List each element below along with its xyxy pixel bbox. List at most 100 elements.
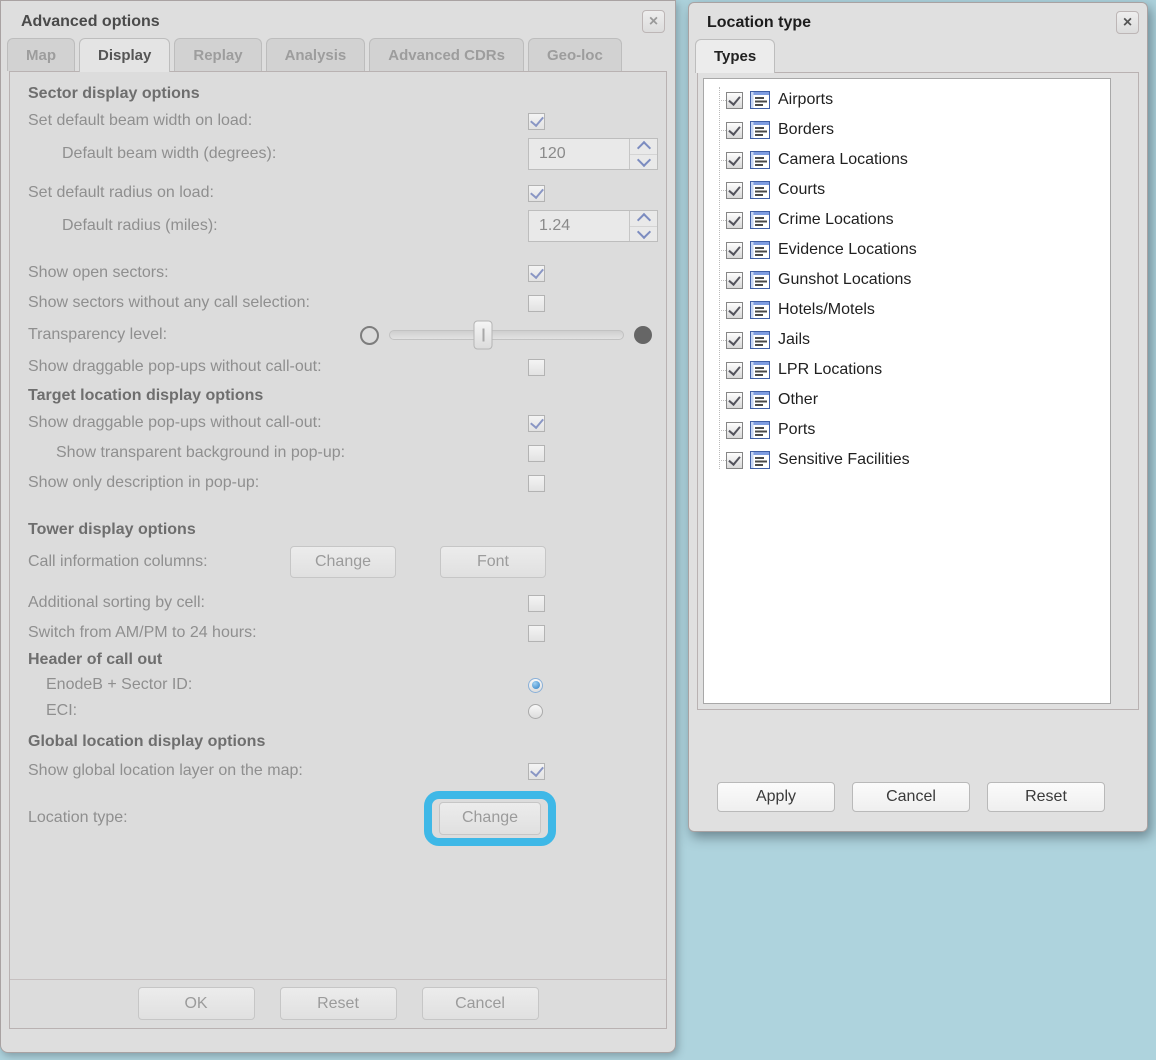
item-checkbox[interactable] [726, 452, 743, 469]
location-type-row: Location type: Change [10, 790, 666, 846]
location-layer-icon [750, 301, 770, 319]
option-row: Show transparent background in pop-up: [10, 438, 666, 468]
beam-width-input[interactable]: 120 [529, 139, 629, 169]
draggable-popups-target-checkbox[interactable] [528, 415, 545, 432]
tab-map[interactable]: Map [7, 38, 75, 71]
types-tab-panel: Airports Borders Cam [697, 72, 1139, 710]
item-checkbox[interactable] [726, 182, 743, 199]
slider-handle[interactable] [474, 321, 493, 350]
right-dialog-footer: Apply Cancel Reset [689, 782, 1147, 812]
ampm-checkbox[interactable] [528, 625, 545, 642]
left-tabbar: MapDisplayReplayAnalysisAdvanced CDRsGeo… [1, 37, 675, 71]
location-layer-icon [750, 421, 770, 439]
tower-display-heading: Tower display options [10, 518, 666, 542]
tab-advanced-cdrs[interactable]: Advanced CDRs [369, 38, 524, 71]
item-checkbox[interactable] [726, 272, 743, 289]
option-row: Show global location layer on the map: [10, 756, 666, 786]
option-row: EnodeB + Sector ID: [10, 672, 666, 698]
list-item-label: Other [778, 391, 818, 409]
location-type-list: Airports Borders Cam [703, 78, 1111, 704]
close-icon[interactable]: × [642, 10, 665, 33]
tab-replay[interactable]: Replay [174, 38, 261, 71]
option-row: Set default beam width on load: [10, 106, 666, 136]
spinner-down-icon[interactable] [630, 227, 657, 242]
apply-button[interactable]: Apply [717, 782, 835, 812]
list-item[interactable]: Camera Locations [710, 145, 1110, 175]
option-label: Show sectors without any call selection: [10, 294, 528, 312]
location-type-change-button[interactable]: Change [439, 802, 541, 835]
list-item[interactable]: Courts [710, 175, 1110, 205]
list-item[interactable]: Hotels/Motels [710, 295, 1110, 325]
location-layer-icon [750, 331, 770, 349]
option-label: Show only description in pop-up: [10, 474, 528, 492]
tab-types[interactable]: Types [695, 39, 775, 73]
option-label: Default beam width (degrees): [10, 145, 528, 163]
option-label: Show draggable pop-ups without call-out: [10, 358, 528, 376]
tab-geo-loc[interactable]: Geo-loc [528, 38, 622, 71]
spinner-arrows [629, 211, 657, 241]
additional-sorting-checkbox[interactable] [528, 595, 545, 612]
list-item[interactable]: Sensitive Facilities [710, 445, 1110, 475]
enodeb-radio[interactable] [528, 678, 543, 693]
option-row: Show sectors without any call selection: [10, 288, 666, 318]
list-item[interactable]: Gunshot Locations [710, 265, 1110, 295]
item-checkbox[interactable] [726, 362, 743, 379]
location-type-titlebar: Location type × [689, 3, 1147, 38]
location-type-tree: Airports Borders Cam [710, 85, 1110, 475]
reset-button[interactable]: Reset [280, 987, 397, 1020]
location-type-dialog: Location type × Types Airports [688, 2, 1148, 832]
option-label: Set default beam width on load: [10, 112, 528, 130]
item-checkbox[interactable] [726, 152, 743, 169]
list-item-label: Evidence Locations [778, 241, 917, 259]
ok-button[interactable]: OK [138, 987, 255, 1020]
option-row: Show open sectors: [10, 258, 666, 288]
only-description-checkbox[interactable] [528, 475, 545, 492]
item-checkbox[interactable] [726, 422, 743, 439]
transparency-slider[interactable] [389, 330, 624, 340]
tab-display[interactable]: Display [79, 38, 170, 72]
header-callout-heading: Header of call out [10, 648, 666, 672]
cancel-button[interactable]: Cancel [422, 987, 539, 1020]
option-row: Show only description in pop-up: [10, 468, 666, 498]
location-type-title: Location type [707, 14, 811, 32]
list-item[interactable]: Jails [710, 325, 1110, 355]
list-item[interactable]: Other [710, 385, 1110, 415]
list-item-label: Crime Locations [778, 211, 894, 229]
item-checkbox[interactable] [726, 242, 743, 259]
option-row: Show draggable pop-ups without call-out: [10, 352, 666, 382]
global-layer-checkbox[interactable] [528, 763, 545, 780]
beam-on-load-checkbox[interactable] [528, 113, 545, 130]
list-item[interactable]: Borders [710, 115, 1110, 145]
advanced-options-titlebar: Advanced options × [1, 1, 675, 37]
item-checkbox[interactable] [726, 212, 743, 229]
option-label: Default radius (miles): [10, 217, 528, 235]
list-item[interactable]: LPR Locations [710, 355, 1110, 385]
item-checkbox[interactable] [726, 392, 743, 409]
item-checkbox[interactable] [726, 122, 743, 139]
list-item-label: Ports [778, 421, 815, 439]
call-info-font-button[interactable]: Font [440, 546, 546, 578]
item-checkbox[interactable] [726, 302, 743, 319]
radius-on-load-checkbox[interactable] [528, 185, 545, 202]
list-item[interactable]: Crime Locations [710, 205, 1110, 235]
draggable-popups-sector-checkbox[interactable] [528, 359, 545, 376]
item-checkbox[interactable] [726, 332, 743, 349]
call-info-change-button[interactable]: Change [290, 546, 396, 578]
list-item[interactable]: Evidence Locations [710, 235, 1110, 265]
open-sectors-checkbox[interactable] [528, 265, 545, 282]
close-icon[interactable]: × [1116, 11, 1139, 34]
transparent-bg-checkbox[interactable] [528, 445, 545, 462]
cancel-button[interactable]: Cancel [852, 782, 970, 812]
sectors-no-call-checkbox[interactable] [528, 295, 545, 312]
spinner-down-icon[interactable] [630, 155, 657, 170]
tab-analysis[interactable]: Analysis [266, 38, 366, 71]
item-checkbox[interactable] [726, 92, 743, 109]
reset-button[interactable]: Reset [987, 782, 1105, 812]
eci-radio[interactable] [528, 704, 543, 719]
right-tabbar: Types [689, 38, 1147, 72]
list-item[interactable]: Airports [710, 85, 1110, 115]
location-layer-icon [750, 121, 770, 139]
list-item[interactable]: Ports [710, 415, 1110, 445]
radius-input[interactable]: 1.24 [529, 211, 629, 241]
location-layer-icon [750, 181, 770, 199]
